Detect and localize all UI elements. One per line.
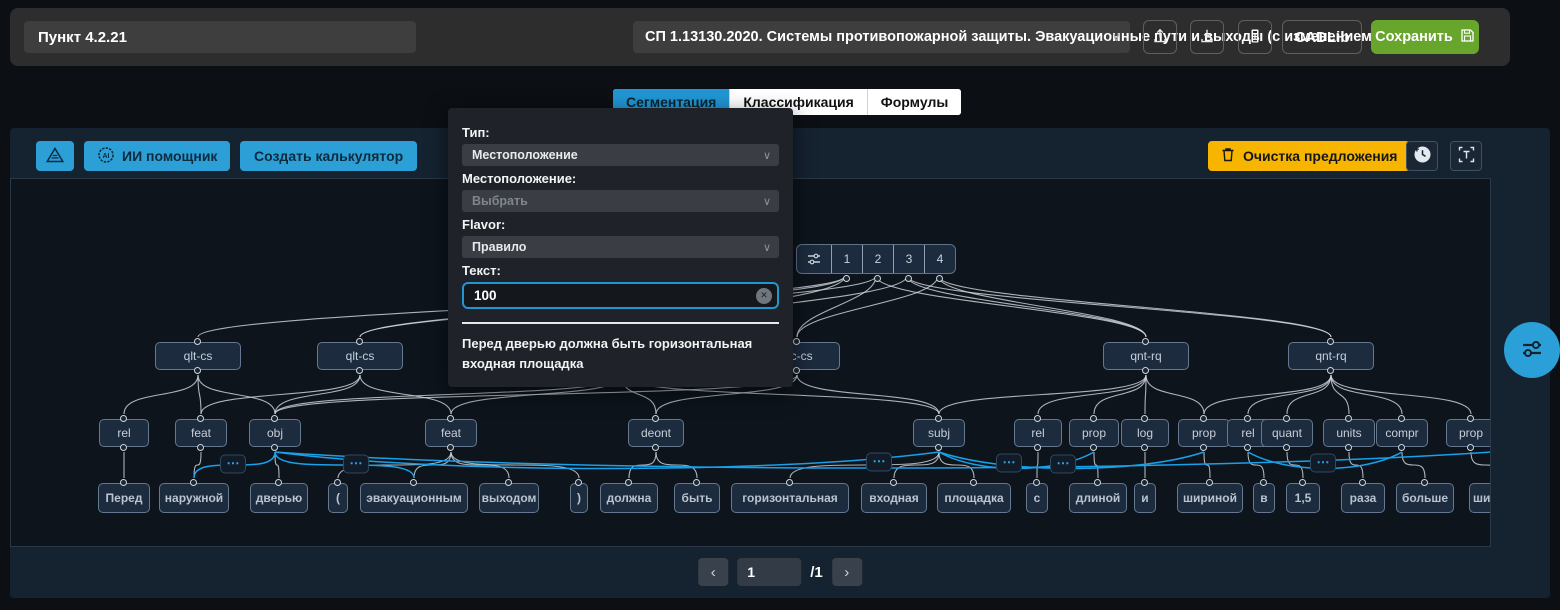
floppy-icon xyxy=(1460,28,1475,47)
section-input[interactable] xyxy=(24,21,416,53)
type-select[interactable]: Местоположение ∨ xyxy=(462,144,779,166)
clear-sentence-label: Очистка предложения xyxy=(1243,148,1397,164)
location-select-placeholder: Выбрать xyxy=(472,194,528,208)
save-label: Сохранить xyxy=(1375,29,1453,45)
history-clock-icon xyxy=(1413,145,1432,167)
sliders-icon xyxy=(1517,334,1547,367)
clear-sentence-button[interactable]: Очистка предложения xyxy=(1208,141,1410,171)
edge-options-badge[interactable]: ⋯ xyxy=(1050,455,1076,474)
pagination: ‹ /1 › xyxy=(698,558,862,586)
edge-options-badge[interactable]: ⋯ xyxy=(996,454,1022,473)
select-text-button[interactable] xyxy=(1450,141,1482,171)
tab-formulas-label: Формулы xyxy=(881,94,949,110)
edge-options-badge[interactable]: ⋯ xyxy=(220,455,246,474)
create-calculator-label: Создать калькулятор xyxy=(254,148,403,164)
page-input[interactable] xyxy=(737,558,801,586)
ai-assistant-label: ИИ помощник xyxy=(122,148,217,164)
history-button[interactable] xyxy=(1406,141,1438,171)
trash-icon xyxy=(1221,147,1235,165)
warning-triangle-icon xyxy=(46,147,64,166)
page-total: /1 xyxy=(810,564,823,581)
select-text-icon xyxy=(1457,145,1476,167)
document-select[interactable]: СП 1.13130.2020. Системы противопожарной… xyxy=(633,21,1130,53)
cadlib-button[interactable]: CADLib xyxy=(1282,20,1362,54)
flavor-label: Flavor: xyxy=(462,217,779,232)
location-label: Местоположение: xyxy=(462,171,779,186)
clear-input-icon[interactable]: ✕ xyxy=(756,288,772,304)
edge-options-badge[interactable]: ⋯ xyxy=(1310,454,1336,473)
cadlib-label: CADLib xyxy=(1295,29,1350,46)
next-page-button[interactable]: › xyxy=(832,558,862,586)
flavor-select[interactable]: Правило ∨ xyxy=(462,236,779,258)
segment-edit-popup: Тип: Местоположение ∨ Местоположение: Вы… xyxy=(448,108,793,387)
upload-icon xyxy=(1152,28,1168,47)
segment-sentence: Перед дверью должна быть горизонтальная … xyxy=(462,334,779,373)
chevron-down-icon: ∨ xyxy=(1111,29,1121,45)
chevron-down-icon: ∨ xyxy=(763,241,771,254)
graph-settings-fab[interactable] xyxy=(1504,322,1560,378)
upload-button[interactable] xyxy=(1143,20,1177,54)
download-icon xyxy=(1199,28,1215,47)
text-input[interactable] xyxy=(462,282,779,309)
calculator-icon xyxy=(1247,28,1263,47)
popup-divider xyxy=(462,322,779,324)
prev-page-button[interactable]: ‹ xyxy=(698,558,728,586)
create-calculator-button[interactable]: Создать калькулятор xyxy=(240,141,417,171)
edge-options-badge[interactable]: ⋯ xyxy=(343,455,369,474)
chevron-left-icon: ‹ xyxy=(711,564,716,581)
calculator-button[interactable] xyxy=(1238,20,1272,54)
ai-badge-icon: AI xyxy=(97,146,115,167)
chevron-down-icon: ∨ xyxy=(763,149,771,162)
chevron-right-icon: › xyxy=(844,564,849,581)
type-label: Тип: xyxy=(462,125,779,140)
ai-assistant-button[interactable]: AI ИИ помощник xyxy=(84,141,230,171)
save-button[interactable]: Сохранить xyxy=(1371,20,1479,54)
top-bar: СП 1.13130.2020. Системы противопожарной… xyxy=(10,8,1510,66)
chevron-down-icon: ∨ xyxy=(763,195,771,208)
flavor-select-value: Правило xyxy=(472,240,526,254)
text-label: Текст: xyxy=(462,263,779,278)
warning-button[interactable] xyxy=(36,141,74,171)
type-select-value: Местоположение xyxy=(472,148,578,162)
svg-text:AI: AI xyxy=(103,153,110,160)
location-select[interactable]: Выбрать ∨ xyxy=(462,190,779,212)
download-button[interactable] xyxy=(1190,20,1224,54)
edge-options-badge[interactable]: ⋯ xyxy=(866,453,892,472)
tab-formulas[interactable]: Формулы xyxy=(868,89,962,115)
